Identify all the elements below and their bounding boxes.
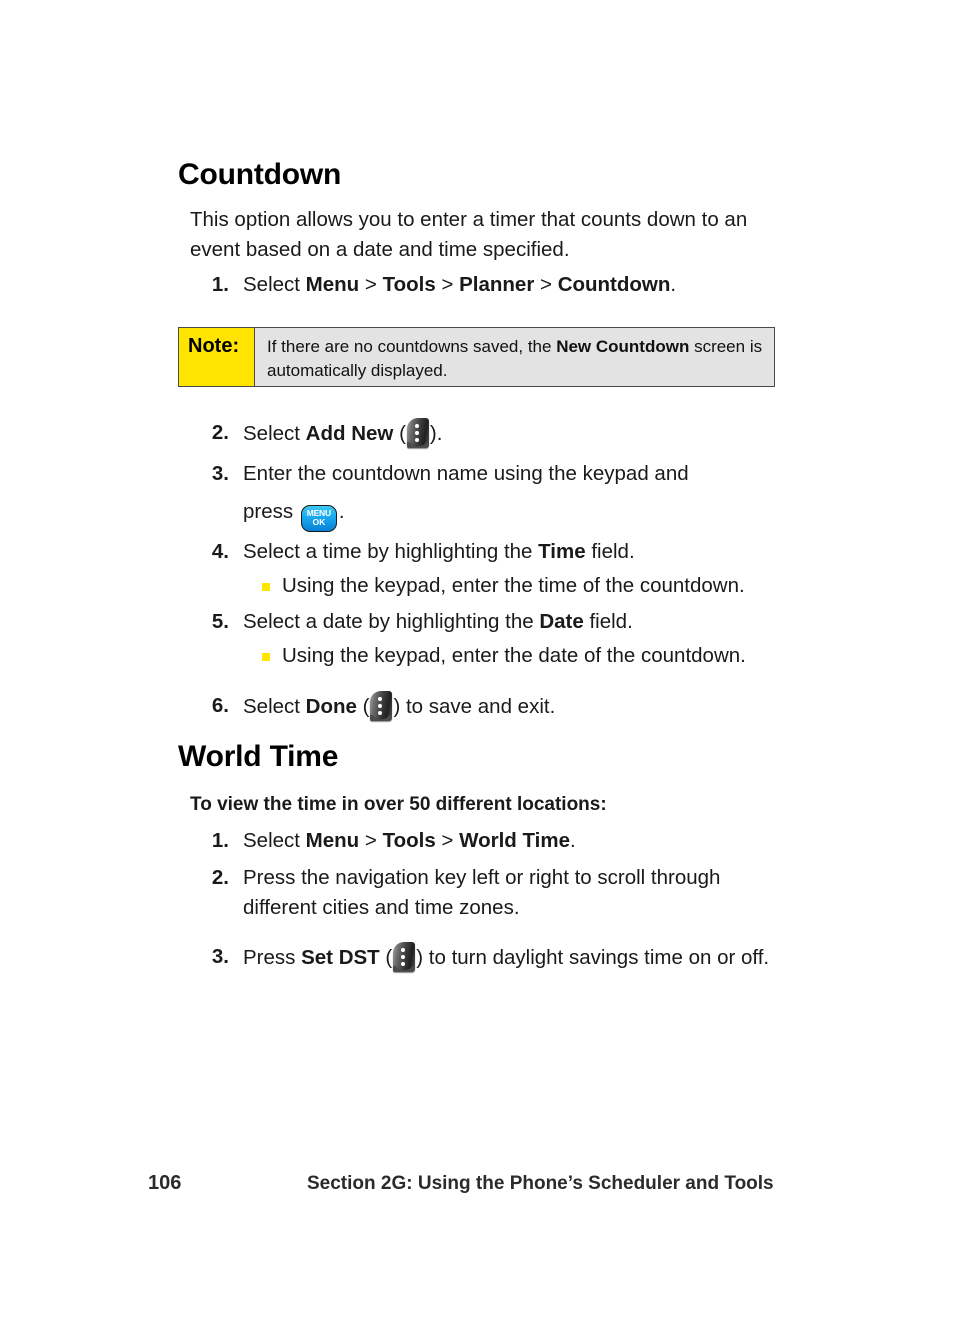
step-text-pre: Select bbox=[243, 829, 306, 852]
paren-close: ). bbox=[429, 422, 443, 445]
menu-path-menu: Menu bbox=[305, 273, 360, 296]
note-box: Note: If there are no countdowns saved, … bbox=[178, 327, 775, 387]
subbullet-text: Using the keypad, enter the time of the … bbox=[282, 574, 745, 597]
step-number: 1. bbox=[211, 273, 229, 296]
softkey-three-dots-icon bbox=[393, 942, 416, 972]
countdown-step-4: 4. Select a time by highlighting the Tim… bbox=[190, 537, 790, 567]
step-text-post: . bbox=[569, 829, 576, 852]
paren-close: ) to save and exit. bbox=[393, 695, 556, 718]
path-separator: > bbox=[534, 273, 558, 296]
step-number: 2. bbox=[211, 421, 229, 444]
note-body: If there are no countdowns saved, the Ne… bbox=[255, 328, 774, 386]
step-number: 4. bbox=[211, 540, 229, 563]
menu-ok-line1: MENU bbox=[306, 507, 331, 518]
countdown-step-5: 5. Select a date by highlighting the Dat… bbox=[190, 607, 790, 637]
step-text-pre: Select bbox=[243, 273, 306, 296]
menu-path-tools: Tools bbox=[382, 829, 436, 852]
paren-open: ( bbox=[393, 422, 406, 445]
countdown-step-1: 1. Select Menu > Tools > Planner > Count… bbox=[190, 270, 790, 300]
world-time-step-3: 3. Press Set DST ( ) to turn daylight sav… bbox=[190, 942, 790, 973]
menu-path-world-time: World Time bbox=[459, 829, 570, 852]
softkey-three-dots-icon bbox=[370, 691, 393, 721]
step-text: Select a time by highlighting the Time f… bbox=[243, 537, 790, 567]
step-text: Select Add New (). bbox=[243, 418, 790, 449]
step-number: 3. bbox=[211, 462, 229, 485]
path-separator: > bbox=[359, 829, 383, 852]
step-text-pre: Select bbox=[243, 422, 306, 445]
world-time-step-1: 1. Select Menu > Tools > World Time. bbox=[190, 826, 790, 856]
note-text-bold: New Countdown bbox=[556, 337, 690, 356]
step-text-pre: Press bbox=[243, 946, 302, 969]
step-number: 3. bbox=[211, 945, 229, 968]
countdown-step-2: 2. Select Add New (). bbox=[190, 418, 790, 449]
path-separator: > bbox=[435, 273, 460, 296]
step-text: Press the navigation key left or right t… bbox=[243, 866, 721, 919]
menu-path-tools: Tools bbox=[382, 273, 436, 296]
period: . bbox=[338, 500, 345, 523]
countdown-step-3: 3. Enter the countdown name using the ke… bbox=[190, 459, 790, 489]
softkey-dots bbox=[414, 424, 419, 442]
field-label-time: Time bbox=[538, 540, 586, 563]
step-text-pre: Select bbox=[243, 695, 306, 718]
step-number: 6. bbox=[211, 694, 229, 717]
step-text: Select Menu > Tools > Planner > Countdow… bbox=[243, 270, 790, 300]
paren-close: ) to turn daylight savings time on or of… bbox=[416, 946, 770, 969]
countdown-step-3-continued: press MENU OK. bbox=[190, 497, 790, 532]
countdown-step-5-subbullet: Using the keypad, enter the date of the … bbox=[190, 641, 800, 671]
step-number: 5. bbox=[211, 610, 229, 633]
menu-path-planner: Planner bbox=[459, 273, 535, 296]
softkey-label-done: Done bbox=[305, 695, 357, 718]
softkey-dots bbox=[401, 948, 406, 966]
step-text-post: field. bbox=[583, 610, 633, 633]
document-page: Countdown This option allows you to ente… bbox=[0, 0, 954, 1336]
world-time-step-2: 2. Press the navigation key left or righ… bbox=[190, 863, 790, 923]
menu-path-countdown: Countdown bbox=[557, 273, 671, 296]
step-text-line1: Enter the countdown name using the keypa… bbox=[243, 462, 689, 485]
press-label: press bbox=[243, 500, 299, 523]
step-text: Select Menu > Tools > World Time. bbox=[243, 826, 790, 856]
yellow-square-bullet-icon bbox=[262, 583, 270, 591]
softkey-label-add-new: Add New bbox=[305, 422, 394, 445]
heading-countdown: Countdown bbox=[178, 158, 342, 191]
path-separator: > bbox=[435, 829, 460, 852]
step-text-pre: Select a time by highlighting the bbox=[243, 540, 539, 563]
countdown-step-6: 6. Select Done ( ) to save and exit. bbox=[190, 691, 790, 722]
heading-world-time: World Time bbox=[178, 740, 339, 773]
softkey-label-set-dst: Set DST bbox=[301, 946, 380, 969]
step-text-post: . bbox=[670, 273, 677, 296]
countdown-step-4-subbullet: Using the keypad, enter the time of the … bbox=[190, 571, 800, 601]
step-text-pre: Select a date by highlighting the bbox=[243, 610, 540, 633]
footer-section-title: Section 2G: Using the Phone’s Scheduler … bbox=[307, 1173, 774, 1194]
step-text-post: field. bbox=[585, 540, 635, 563]
countdown-intro-paragraph: This option allows you to enter a timer … bbox=[190, 208, 748, 261]
step-number: 1. bbox=[211, 829, 229, 852]
step-text: Press Set DST ( ) to turn daylight saving… bbox=[243, 942, 790, 973]
softkey-dots bbox=[378, 697, 383, 715]
step-text-line2: press MENU OK. bbox=[243, 497, 790, 532]
page-number: 106 bbox=[148, 1172, 182, 1194]
softkey-three-dots-icon bbox=[406, 418, 429, 448]
step-number: 2. bbox=[211, 866, 229, 889]
menu-ok-line2: OK bbox=[312, 517, 326, 527]
paren-open: ( bbox=[379, 946, 393, 969]
menu-path-menu: Menu bbox=[305, 829, 360, 852]
path-separator: > bbox=[359, 273, 383, 296]
subbullet-text: Using the keypad, enter the date of the … bbox=[282, 644, 746, 667]
step-text: Select a date by highlighting the Date f… bbox=[243, 607, 790, 637]
yellow-square-bullet-icon bbox=[262, 653, 270, 661]
step-text: Select Done ( ) to save and exit. bbox=[243, 691, 790, 722]
note-label: Note: bbox=[179, 328, 255, 386]
step-text: Enter the countdown name using the keypa… bbox=[243, 459, 790, 489]
menu-ok-key-icon: MENU OK bbox=[300, 504, 337, 532]
field-label-date: Date bbox=[539, 610, 584, 633]
world-time-intro-paragraph: To view the time in over 50 different lo… bbox=[190, 794, 607, 815]
paren-open: ( bbox=[356, 695, 370, 718]
note-text-pre: If there are no countdowns saved, the bbox=[267, 337, 557, 356]
